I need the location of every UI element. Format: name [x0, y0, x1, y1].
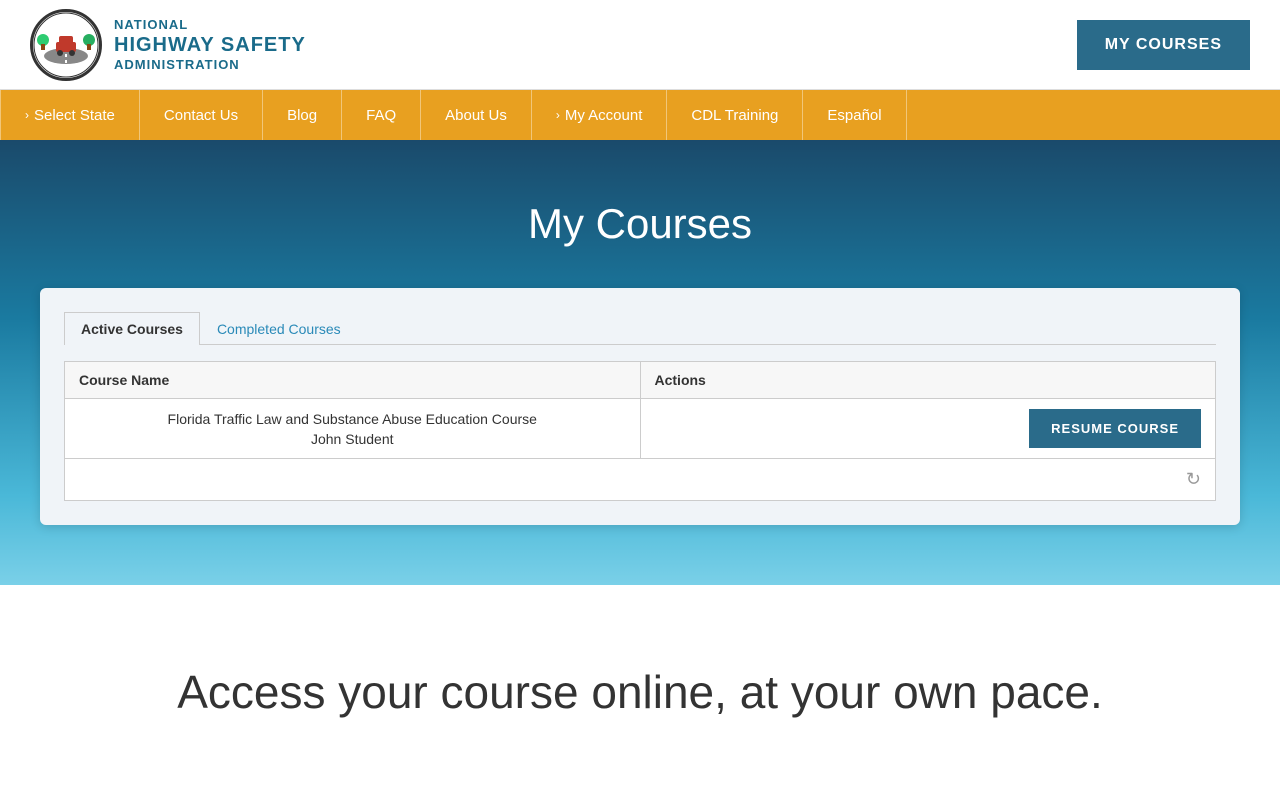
- nav-label-faq: FAQ: [366, 107, 396, 124]
- tab-completed-courses[interactable]: Completed Courses: [200, 312, 358, 345]
- logo-highway: HIGHWAY SAFETY: [114, 33, 306, 57]
- col-header-course-name: Course Name: [65, 362, 641, 399]
- chevron-right-icon-account: ›: [556, 108, 560, 122]
- nav-item-blog[interactable]: Blog: [263, 90, 342, 140]
- course-student: John Student: [79, 431, 626, 447]
- logo-icon: [30, 9, 102, 81]
- nav-item-espanol[interactable]: Español: [803, 90, 906, 140]
- nav-item-my-account[interactable]: › My Account: [532, 90, 668, 140]
- logo-text: NATIONAL HIGHWAY SAFETY ADMINISTRATION: [114, 17, 306, 72]
- my-courses-button[interactable]: MY COURSES: [1077, 20, 1250, 70]
- courses-card: Active Courses Completed Courses Course …: [40, 288, 1240, 525]
- hero-section: My Courses Active Courses Completed Cour…: [0, 140, 1280, 585]
- nav-item-cdl-training[interactable]: CDL Training: [667, 90, 803, 140]
- nav-item-about-us[interactable]: About Us: [421, 90, 532, 140]
- tabs-container: Active Courses Completed Courses: [64, 312, 1216, 345]
- header: NATIONAL HIGHWAY SAFETY ADMINISTRATION M…: [0, 0, 1280, 90]
- hero-title: My Courses: [20, 200, 1260, 248]
- col-header-actions: Actions: [640, 362, 1216, 399]
- logo-administration: ADMINISTRATION: [114, 57, 306, 73]
- logo-area: NATIONAL HIGHWAY SAFETY ADMINISTRATION: [30, 9, 306, 81]
- table-row: Florida Traffic Law and Substance Abuse …: [65, 399, 1216, 459]
- nav-label-contact-us: Contact Us: [164, 107, 238, 124]
- nav-bar: › Select State Contact Us Blog FAQ About…: [0, 90, 1280, 140]
- course-name: Florida Traffic Law and Substance Abuse …: [79, 411, 626, 427]
- bottom-section: Access your course online, at your own p…: [0, 585, 1280, 799]
- courses-table: Course Name Actions Florida Traffic Law …: [64, 361, 1216, 501]
- course-info-cell: Florida Traffic Law and Substance Abuse …: [65, 399, 641, 459]
- nav-item-contact-us[interactable]: Contact Us: [140, 90, 263, 140]
- nav-label-select-state: Select State: [34, 107, 115, 124]
- nav-item-faq[interactable]: FAQ: [342, 90, 421, 140]
- nav-label-espanol: Español: [827, 107, 881, 124]
- chevron-right-icon: ›: [25, 108, 29, 122]
- actions-cell: RESUME COURSE: [640, 399, 1216, 459]
- logo-national: NATIONAL: [114, 17, 306, 33]
- tab-completed-label: Completed Courses: [217, 321, 341, 337]
- refresh-icon: ↻: [1186, 469, 1201, 489]
- loading-indicator: ↻: [65, 459, 1216, 501]
- nav-label-cdl-training: CDL Training: [691, 107, 778, 124]
- tagline: Access your course online, at your own p…: [40, 665, 1240, 719]
- loading-row: ↻: [65, 459, 1216, 501]
- nav-label-about-us: About Us: [445, 107, 507, 124]
- resume-course-button[interactable]: RESUME COURSE: [1029, 409, 1201, 448]
- nav-label-my-account: My Account: [565, 107, 643, 124]
- nav-label-blog: Blog: [287, 107, 317, 124]
- tab-active-courses[interactable]: Active Courses: [64, 312, 200, 345]
- tab-active-label: Active Courses: [81, 321, 183, 337]
- table-header-row: Course Name Actions: [65, 362, 1216, 399]
- nav-item-select-state[interactable]: › Select State: [0, 90, 140, 140]
